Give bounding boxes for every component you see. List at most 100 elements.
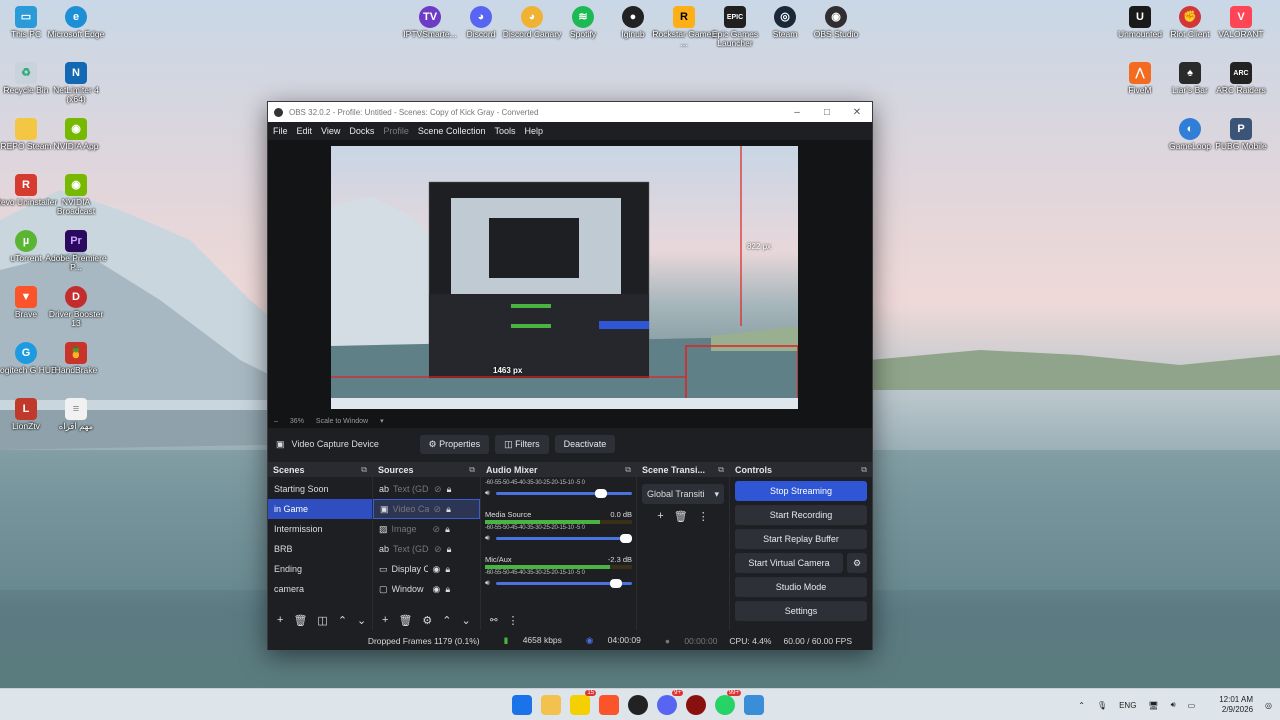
volume-slider[interactable] xyxy=(495,578,632,588)
filter-icon[interactable]: ◫ xyxy=(317,614,327,627)
language-indicator[interactable]: ENG xyxy=(1119,701,1136,710)
volume-knob[interactable] xyxy=(620,533,632,543)
obs-icon[interactable] xyxy=(686,695,706,715)
settings-button[interactable]: Settings xyxy=(735,601,867,621)
source-item[interactable]: ab Text (GDI ⊘ 🔒︎ xyxy=(373,479,480,499)
maximize-icon[interactable]: □ xyxy=(812,107,842,118)
clock[interactable]: 12:01 AM 2/9/2026 xyxy=(1207,695,1253,715)
eye-icon[interactable]: ◉ xyxy=(433,584,441,595)
chevron-down-icon[interactable]: ▾ xyxy=(380,417,384,425)
desktop-icon-obs[interactable]: ◉ OBS Studio xyxy=(804,6,868,39)
menu-edit[interactable]: Edit xyxy=(297,126,313,136)
preview-canvas[interactable]: 822 px 1463 px xyxy=(331,146,798,409)
undock-icon[interactable]: ⧉ xyxy=(361,465,367,475)
start-replay-buffer-button[interactable]: Start Replay Buffer xyxy=(735,529,867,549)
volume-slider[interactable] xyxy=(495,488,632,498)
lock-icon[interactable]: 🔒︎ xyxy=(447,544,452,555)
lock-icon[interactable]: 🔒︎ xyxy=(445,524,450,535)
source-item[interactable]: ▢ Window ◉ 🔒︎ xyxy=(373,579,480,599)
gear-icon[interactable]: ⚙ xyxy=(422,614,432,627)
desktop-icon-valorant[interactable]: V VALORANT xyxy=(1209,6,1273,39)
menu-profile[interactable]: Profile xyxy=(383,126,409,136)
stop-streaming-button[interactable]: Stop Streaming xyxy=(735,481,867,501)
battery-icon[interactable]: ▭ xyxy=(1188,701,1196,710)
desktop-icon-nvidia-app[interactable]: ◉ NVIDIA App xyxy=(44,118,108,151)
scene-item[interactable]: Intermission xyxy=(268,519,372,539)
lock-icon[interactable]: 🔒︎ xyxy=(446,504,451,515)
github-icon[interactable] xyxy=(628,695,648,715)
lock-icon[interactable]: 🔒︎ xyxy=(447,484,452,495)
scene-item-selected[interactable]: in Game xyxy=(268,499,372,519)
more-icon[interactable]: ⋮ xyxy=(698,510,709,523)
file-explorer-icon[interactable] xyxy=(541,695,561,715)
speaker-icon[interactable]: 🔊︎ xyxy=(485,488,490,498)
source-item[interactable]: ab Text (GDI ⊘ 🔒︎ xyxy=(373,539,480,559)
scene-item[interactable]: BRB xyxy=(268,539,372,559)
desktop-icon-driver-booster[interactable]: D Driver Booster 13 xyxy=(44,286,108,328)
menu-scene-collection[interactable]: Scene Collection xyxy=(418,126,486,136)
volume-slider[interactable] xyxy=(495,533,632,543)
eye-icon[interactable]: ◉ xyxy=(433,564,441,575)
volume-icon[interactable]: 🔊︎ xyxy=(1171,700,1176,710)
discord-icon[interactable]: 9+ xyxy=(657,690,683,715)
scene-item[interactable]: Starting Soon xyxy=(268,479,372,499)
undock-icon[interactable]: ⧉ xyxy=(861,465,867,475)
eye-hidden-icon[interactable]: ⊘ xyxy=(434,504,442,515)
undock-icon[interactable]: ⧉ xyxy=(625,465,631,475)
network-icon[interactable]: 🖥︎ xyxy=(1148,701,1158,710)
microphone-icon[interactable]: 🎙︎ xyxy=(1097,701,1107,710)
photos-icon[interactable] xyxy=(744,695,764,715)
scale-mode-dropdown[interactable]: Scale to Window xyxy=(316,418,368,425)
menu-file[interactable]: File xyxy=(273,126,288,136)
notification-icon[interactable]: ◎ xyxy=(1265,701,1272,710)
minimize-icon[interactable]: – xyxy=(782,107,812,118)
lock-icon[interactable]: 🔒︎ xyxy=(445,564,450,575)
desktop-icon-handbrake[interactable]: 🍍 HandBrake xyxy=(44,342,108,375)
source-item[interactable]: ▨ Image ⊘ 🔒︎ xyxy=(373,519,480,539)
undock-icon[interactable]: ⧉ xyxy=(718,465,724,475)
source-item-selected[interactable]: ▣ Video Ca ⊘ 🔒︎ xyxy=(373,499,480,519)
volume-knob[interactable] xyxy=(610,578,623,588)
link-icon[interactable]: ⚯ xyxy=(490,615,498,626)
eye-hidden-icon[interactable]: ⊘ xyxy=(434,544,442,555)
arrow-down-icon[interactable]: ⌄ xyxy=(462,614,471,627)
studio-mode-button[interactable]: Studio Mode xyxy=(735,577,867,597)
add-icon[interactable]: + xyxy=(382,614,388,626)
desktop-icon-premiere[interactable]: Pr Adobe Premiere P... xyxy=(44,230,108,272)
deactivate-button[interactable]: Deactivate xyxy=(554,435,616,453)
speaker-icon[interactable]: 🔊︎ xyxy=(485,578,490,588)
brave-icon[interactable] xyxy=(599,695,619,715)
add-icon[interactable]: + xyxy=(277,614,283,626)
chevron-up-icon[interactable]: ⌃ xyxy=(1078,701,1085,710)
source-item[interactable]: ▭ Display C ◉ 🔒︎ xyxy=(373,559,480,579)
filters-button[interactable]: ◫ Filters xyxy=(495,434,549,454)
volume-knob[interactable] xyxy=(595,488,608,498)
scene-item[interactable]: Ending xyxy=(268,559,372,579)
virtual-camera-settings-icon[interactable]: ⚙ xyxy=(847,553,867,573)
desktop-icon-netlimiter[interactable]: N NetLimiter 4 (x64) xyxy=(44,62,108,104)
trash-icon[interactable]: 🗑 xyxy=(398,614,412,627)
zoom-out-button[interactable]: – xyxy=(274,418,278,425)
more-icon[interactable]: ⋮ xyxy=(508,614,519,627)
windows-start-icon[interactable] xyxy=(512,695,532,715)
desktop-icon-document[interactable]: ≡ مهم اقراه xyxy=(44,398,108,431)
speaker-icon[interactable]: 🔊︎ xyxy=(485,533,490,543)
desktop-icon-arc-raiders[interactable]: ARC ARC Raiders xyxy=(1209,62,1273,95)
arrow-up-icon[interactable]: ⌃ xyxy=(442,614,451,627)
start-virtual-camera-button[interactable]: Start Virtual Camera xyxy=(735,553,843,573)
lightning-app-icon[interactable]: 15 xyxy=(570,690,596,715)
eye-hidden-icon[interactable]: ⊘ xyxy=(433,524,441,535)
transition-select[interactable]: Global Transiti ▾ xyxy=(642,484,724,504)
desktop-icon-edge[interactable]: e Microsoft Edge xyxy=(44,6,108,39)
close-icon[interactable]: ✕ xyxy=(842,107,872,118)
properties-button[interactable]: ⚙ Properties xyxy=(419,434,490,454)
desktop-icon-nvidia-broadcast[interactable]: ◉ NVIDIA Broadcast xyxy=(44,174,108,216)
menu-help[interactable]: Help xyxy=(524,126,543,136)
menu-tools[interactable]: Tools xyxy=(494,126,515,136)
undock-icon[interactable]: ⧉ xyxy=(469,465,475,475)
add-icon[interactable]: + xyxy=(657,510,663,523)
menu-docks[interactable]: Docks xyxy=(349,126,374,136)
menu-view[interactable]: View xyxy=(321,126,340,136)
eye-hidden-icon[interactable]: ⊘ xyxy=(434,484,442,495)
trash-icon[interactable]: 🗑 xyxy=(674,510,688,523)
